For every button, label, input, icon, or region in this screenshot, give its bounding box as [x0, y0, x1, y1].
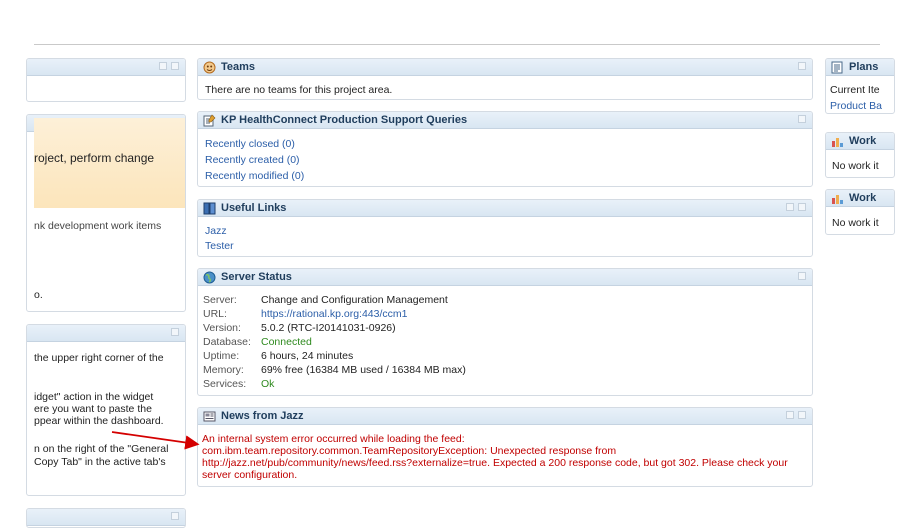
annotation-arrow	[111, 431, 200, 450]
